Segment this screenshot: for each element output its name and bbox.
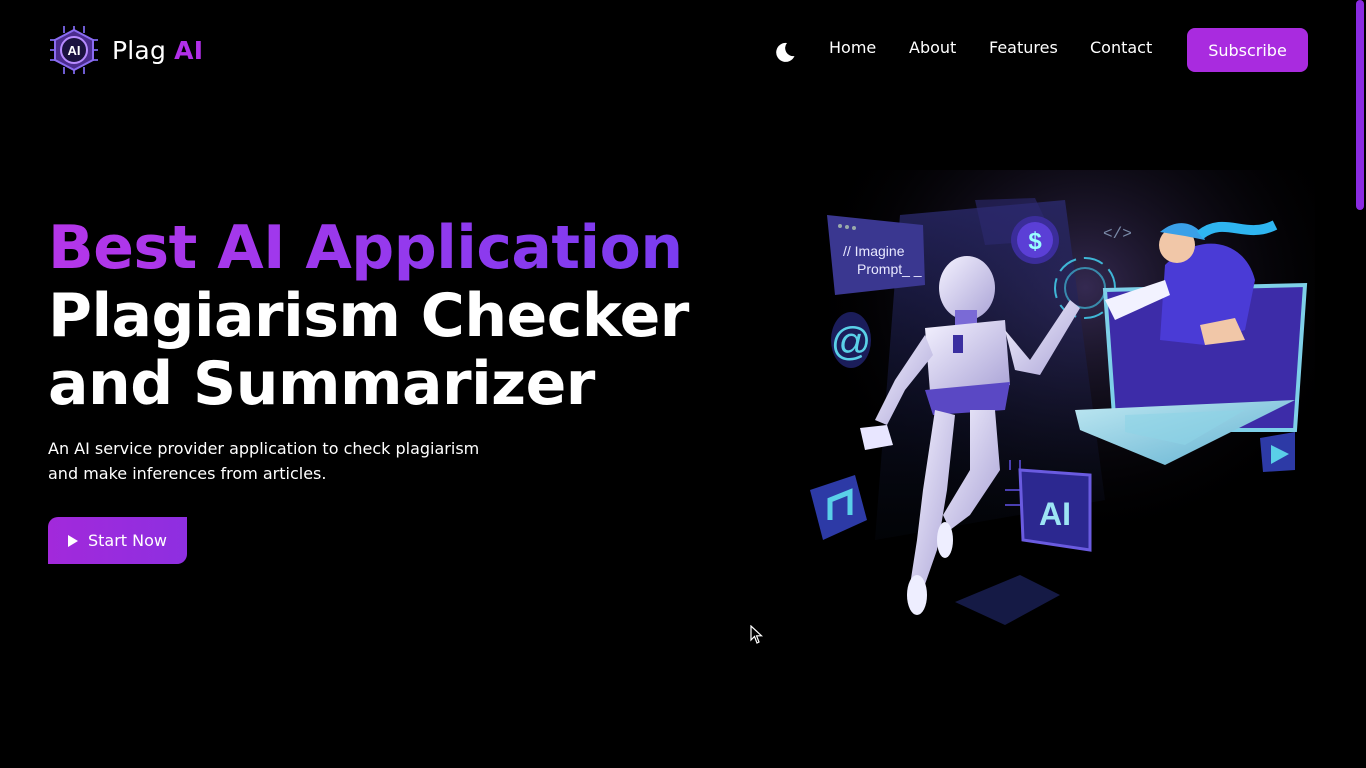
svg-text:$: $ bbox=[1028, 228, 1042, 255]
prompt-card: // Imagine Prompt_ _ bbox=[827, 215, 925, 295]
hero-title-line-3: and Summarizer bbox=[48, 349, 595, 419]
nav-about[interactable]: About bbox=[909, 38, 956, 57]
video-play-icon bbox=[1260, 432, 1295, 472]
scrollbar-track[interactable] bbox=[1354, 0, 1366, 768]
moon-icon[interactable] bbox=[773, 40, 797, 64]
mouse-cursor-icon bbox=[750, 625, 764, 644]
play-icon bbox=[67, 534, 78, 547]
svg-text:@: @ bbox=[831, 320, 872, 364]
svg-text:AI: AI bbox=[1039, 496, 1071, 532]
nav-contact[interactable]: Contact bbox=[1090, 38, 1152, 57]
svg-text:Prompt_ _: Prompt_ _ bbox=[857, 261, 922, 277]
brand-name: Plag AI bbox=[112, 36, 203, 65]
hero-subtitle: An AI service provider application to ch… bbox=[48, 439, 480, 483]
svg-text:AI: AI bbox=[68, 43, 81, 58]
hero-illustration: // Imagine Prompt_ _ $ </> @ AI bbox=[805, 170, 1315, 640]
nav-features[interactable]: Features bbox=[989, 38, 1058, 57]
nav-home[interactable]: Home bbox=[829, 38, 876, 57]
svg-text:// Imagine: // Imagine bbox=[843, 243, 905, 259]
start-now-label: Start Now bbox=[87, 531, 167, 550]
brand-name-main: Plag bbox=[112, 35, 167, 65]
at-sign-icon: @ bbox=[831, 312, 872, 368]
hero-title-line-2: Plagiarism Checker bbox=[48, 281, 689, 351]
ai-chip-logo-icon: AI bbox=[50, 26, 98, 74]
hero-title-line-1: Best AI Application bbox=[48, 213, 683, 283]
brand-logo[interactable]: AI Plag AI bbox=[48, 24, 203, 76]
subscribe-button[interactable]: Subscribe bbox=[1187, 28, 1308, 72]
dollar-coin-icon: $ bbox=[1011, 216, 1059, 264]
start-now-button[interactable]: Start Now bbox=[48, 517, 187, 564]
scrollbar-thumb[interactable] bbox=[1356, 0, 1364, 210]
code-tag-icon: </> bbox=[1103, 225, 1132, 243]
brand-name-accent: AI bbox=[174, 35, 204, 65]
